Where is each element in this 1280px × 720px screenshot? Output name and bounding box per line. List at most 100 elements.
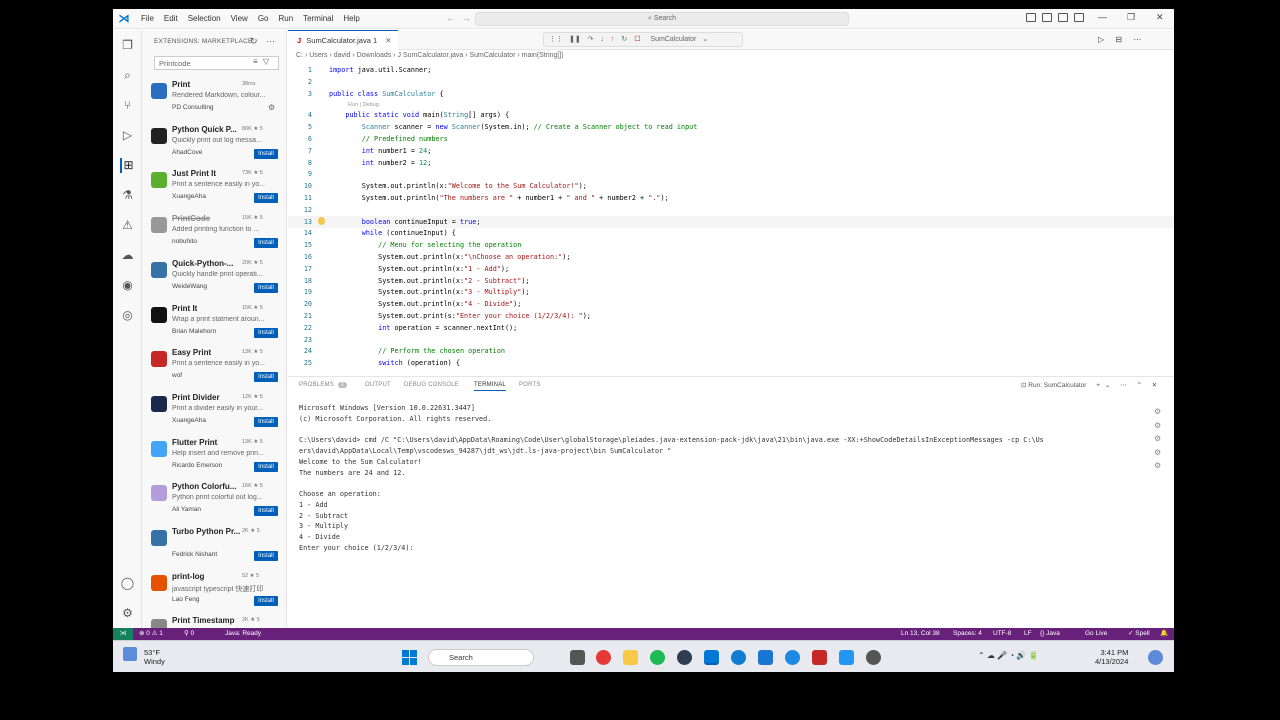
terminal-instance-icon[interactable]: ⚙	[1154, 446, 1161, 460]
ports-status[interactable]: ⚲ 0	[184, 628, 194, 640]
split-editor-icon[interactable]: ⊟	[1115, 35, 1122, 44]
toggle-sidebar-icon[interactable]	[1026, 13, 1036, 22]
chevron-down-icon[interactable]: ⌄	[702, 36, 708, 43]
spotify-icon[interactable]	[650, 650, 665, 665]
eol-status[interactable]: LF	[1024, 628, 1032, 640]
tab-debug-console[interactable]: DEBUG CONSOLE	[404, 382, 459, 388]
minimize-icon[interactable]: —	[1098, 12, 1107, 22]
tab-terminal[interactable]: TERMINAL	[474, 382, 506, 391]
explorer-icon[interactable]: ❐	[120, 38, 135, 53]
system-tray[interactable]: ⌃ ☁ 🎤 ◔ 🔊 🔋	[978, 651, 1039, 660]
menu-go[interactable]: Go	[253, 14, 274, 23]
extension-item[interactable]: Print Timestamp 2K ★ 5	[142, 613, 286, 628]
app-icon[interactable]	[677, 650, 692, 665]
language-status[interactable]: {} Java	[1040, 628, 1060, 640]
menu-run[interactable]: Run	[273, 14, 298, 23]
notifications-icon[interactable]: 🔔	[1160, 628, 1168, 640]
copilot-taskbar-icon[interactable]	[1148, 650, 1163, 665]
problems-status[interactable]: ⊗ 0 ⚠ 1	[139, 628, 163, 640]
mcafee-icon[interactable]	[812, 650, 827, 665]
menu-selection[interactable]: Selection	[183, 14, 226, 23]
remote-indicator-icon[interactable]: ⋊	[113, 628, 133, 640]
extension-item[interactable]: Python Quick P... 80K ★ 5 Quickly print ou…	[142, 122, 286, 166]
extension-item[interactable]: Quick-Python-... 20K ★ 5 Quickly handle pr…	[142, 256, 286, 300]
extension-item[interactable]: Print Divider 12K ★ 5 Print a divider easi…	[142, 390, 286, 434]
extension-item[interactable]: Just Print It 73K ★ 5 Print a sentence eas…	[142, 166, 286, 210]
spell-status[interactable]: ✓ Spell	[1128, 628, 1150, 640]
extension-item[interactable]: print-log 52 ★ 5 javascript typescript 快速打…	[142, 569, 286, 613]
indentation-status[interactable]: Spaces: 4	[953, 628, 982, 640]
breadcrumb[interactable]: C: › Users › david › Downloads › J SumCa…	[296, 52, 564, 59]
docker-icon[interactable]: ◎	[120, 308, 135, 323]
run-file-icon[interactable]: ▷	[1098, 35, 1104, 44]
windows-start-icon[interactable]	[402, 650, 417, 665]
remote-explorer-icon[interactable]: ☁	[120, 248, 135, 263]
java-status[interactable]: Java: Ready	[225, 628, 261, 640]
chevron-down-icon[interactable]: ⌄	[1105, 382, 1110, 389]
close-icon[interactable]: ✕	[1156, 12, 1164, 23]
edge-icon[interactable]	[731, 650, 746, 665]
accounts-icon[interactable]: ◯	[120, 576, 135, 591]
debug-config-select[interactable]: SumCalculator	[650, 36, 696, 43]
testing-icon[interactable]: ⚗	[120, 188, 135, 203]
codelens[interactable]: Run | Debug	[288, 99, 1174, 109]
refresh-icon[interactable]: ↻	[250, 36, 258, 46]
tab-close-icon[interactable]: ✕	[385, 36, 391, 45]
extension-item[interactable]: Python Colorfu... 16K ★ 5 Python print col…	[142, 479, 286, 523]
forward-arrow-icon[interactable]: →	[462, 13, 471, 23]
menu-file[interactable]: File	[136, 14, 159, 23]
terminal-instance-icon[interactable]: ⚙	[1154, 405, 1161, 419]
filter-icon[interactable]: ▽	[263, 57, 269, 66]
install-button[interactable]: Install	[254, 416, 278, 427]
new-terminal-icon[interactable]: +	[1096, 382, 1100, 389]
extensions-icon[interactable]: ⊞	[120, 158, 135, 173]
tab-ports[interactable]: PORTS	[519, 382, 541, 388]
back-arrow-icon[interactable]: ←	[446, 13, 455, 23]
menu-edit[interactable]: Edit	[159, 14, 183, 23]
tab-sumcalculator[interactable]: J SumCalculator.java 1 ✕	[288, 30, 398, 50]
search-icon[interactable]: ⌕	[120, 68, 135, 83]
tab-output[interactable]: OUTPUT	[365, 382, 391, 388]
panel-more-icon[interactable]: ⋯	[1120, 382, 1127, 389]
install-button[interactable]: Install	[254, 193, 278, 204]
store-icon[interactable]	[758, 650, 773, 665]
taskbar-search[interactable]: Search	[428, 649, 534, 666]
settings-app-icon[interactable]	[866, 650, 881, 665]
install-button[interactable]: Install	[254, 148, 278, 159]
install-button[interactable]: Install	[254, 238, 278, 249]
encoding-status[interactable]: UTF-8	[993, 628, 1011, 640]
extension-item[interactable]: Easy Print 13K ★ 5 Print a sentence easily…	[142, 345, 286, 389]
manage-gear-icon[interactable]: ⚙	[268, 103, 275, 112]
lightbulb-icon[interactable]	[318, 216, 325, 225]
install-button[interactable]: Install	[254, 551, 278, 561]
editor-more-icon[interactable]: ⋯	[1133, 35, 1141, 44]
maximize-icon[interactable]: ❐	[1127, 12, 1135, 23]
menu-help[interactable]: Help	[338, 14, 364, 23]
drag-handle-icon[interactable]: ⋮⋮	[549, 36, 563, 43]
app-icon[interactable]	[839, 650, 854, 665]
install-button[interactable]: Install	[254, 327, 278, 338]
install-button[interactable]: Install	[254, 595, 278, 606]
settings-gear-icon[interactable]: ⚙	[120, 606, 135, 621]
toggle-secondary-sidebar-icon[interactable]	[1058, 13, 1068, 22]
file-explorer-icon[interactable]	[623, 650, 638, 665]
source-control-icon[interactable]: ⑂	[120, 98, 135, 113]
help-icon[interactable]	[785, 650, 800, 665]
command-center-search[interactable]: ⌕ Search	[475, 12, 849, 26]
restart-icon[interactable]: ↻	[621, 36, 627, 43]
customize-layout-icon[interactable]	[1074, 13, 1084, 22]
extension-item[interactable]: Print 38ms Rendered Markdown, colour... PD …	[142, 77, 286, 121]
install-button[interactable]: Install	[254, 461, 278, 472]
install-button[interactable]: Install	[254, 506, 278, 517]
tab-problems[interactable]: PROBLEMS 1	[299, 382, 348, 388]
install-button[interactable]: Install	[254, 372, 278, 383]
vscode-taskbar-icon[interactable]	[704, 650, 719, 665]
java-projects-icon[interactable]: ⚠	[120, 218, 135, 233]
maximize-panel-icon[interactable]: ⌃	[1136, 382, 1141, 389]
extension-item[interactable]: Flutter Print 13K ★ 5 Help insert and remo…	[142, 435, 286, 479]
pause-icon[interactable]: ❚❚	[569, 36, 581, 43]
extension-item[interactable]: PrintCode 15K ★ 5 Added printing function …	[142, 211, 286, 255]
terminal-instance-icon[interactable]: ⚙	[1154, 419, 1161, 433]
step-over-icon[interactable]: ↷	[588, 36, 594, 43]
weather-widget[interactable]: 53°F Windy	[144, 648, 165, 666]
